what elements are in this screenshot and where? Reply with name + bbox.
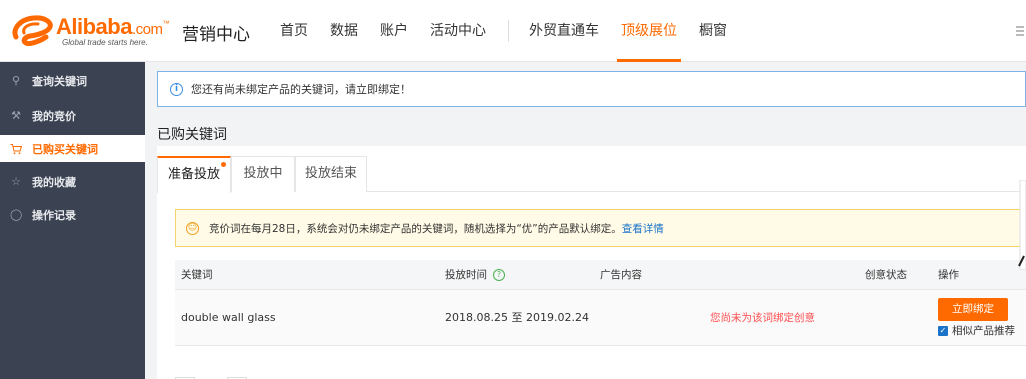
section-title: 已购关键词 — [157, 127, 227, 143]
nav-top-booth[interactable]: 顶级展位 — [617, 0, 681, 62]
nav-p4p[interactable]: 外贸直通车 — [529, 0, 599, 62]
info-icon: i — [170, 82, 183, 96]
col-creative-status: 创意状态 — [865, 269, 907, 281]
alibaba-logo[interactable]: Alibaba.com™ Global trade starts here. — [10, 10, 169, 50]
sidebar-item-operation-log[interactable]: ◯ 操作记录 — [0, 201, 145, 228]
search-icon: ⚲ — [11, 73, 21, 87]
star-icon: ☆ — [11, 174, 21, 188]
binding-tip: ☺ 竞价词在每月28日，系统会对仍未绑定产品的关键词，随机选择为“优”的产品默认… — [175, 209, 1026, 247]
status-tabs: 准备投放 投放中 投放结束 — [157, 156, 1026, 193]
nav-data[interactable]: 数据 — [330, 0, 358, 62]
record-icon: ◯ — [10, 207, 23, 221]
sidebar-item-search-keywords[interactable]: ⚲ 查询关键词 — [0, 67, 145, 94]
cart-icon — [10, 143, 23, 155]
sidebar-item-label: 我的竞价 — [32, 109, 76, 123]
col-action: 操作 — [938, 269, 959, 281]
nav-home[interactable]: 首页 — [280, 0, 308, 62]
similar-products-checkbox[interactable]: ✓ 相似产品推荐 — [938, 323, 1015, 338]
ad-content-cell: 您尚未为该词绑定创意 — [710, 312, 815, 324]
main-content: i 您还有尚未绑定产品的关键词，请立即绑定！ 已购关键词 准备投放 投放中 投放… — [145, 62, 1026, 379]
nav-divider — [508, 20, 509, 42]
help-icon[interactable]: ? — [493, 269, 505, 281]
nav-activity-center[interactable]: 活动中心 — [430, 0, 486, 62]
bind-now-button[interactable]: 立即绑定 — [938, 298, 1008, 321]
unbound-notice: i 您还有尚未绑定产品的关键词，请立即绑定！ — [157, 71, 1026, 107]
keywords-table: 关键词 投放时间? 广告内容 创意状态 操作 double wall glass… — [175, 260, 1026, 346]
sidebar-item-label: 操作记录 — [32, 208, 76, 222]
checkbox-checked-icon: ✓ — [938, 325, 948, 336]
nav-showcase[interactable]: 橱窗 — [699, 0, 727, 62]
sidebar-item-label: 已购买关键词 — [32, 142, 98, 156]
table-header: 关键词 投放时间? 广告内容 创意状态 操作 — [175, 260, 1026, 290]
tab-running[interactable]: 投放中 — [231, 156, 295, 192]
sidebar-item-label: 我的收藏 — [32, 175, 76, 189]
top-nav: 首页 数据 账户 活动中心 外贸直通车 顶级展位 橱窗 — [280, 0, 749, 62]
sidebar-item-my-bids[interactable]: ⚒ 我的竞价 — [0, 102, 145, 129]
brand-tagline: Global trade starts here. — [62, 38, 148, 47]
smile-icon: ☺ — [186, 221, 199, 235]
tab-ready[interactable]: 准备投放 — [157, 156, 231, 193]
nav-account[interactable]: 账户 — [380, 0, 408, 62]
period-cell: 2018.08.25 至 2019.02.24 — [445, 311, 589, 324]
side-widget[interactable] — [1018, 179, 1026, 271]
view-details-link[interactable]: 查看详情 — [622, 221, 664, 236]
sidebar-item-favorites[interactable]: ☆ 我的收藏 — [0, 168, 145, 195]
notice-text: 您还有尚未绑定产品的关键词，请立即绑定！ — [191, 83, 411, 96]
table-row: double wall glass 2018.08.25 至 2019.02.2… — [175, 290, 1026, 346]
tab-ended[interactable]: 投放结束 — [295, 156, 367, 192]
top-bar: Alibaba.com™ Global trade starts here. 营… — [0, 0, 1026, 62]
new-dot-icon — [221, 162, 226, 167]
keywords-panel: 准备投放 投放中 投放结束 ☺ 竞价词在每月28日，系统会对仍未绑定产品的关键词… — [157, 146, 1026, 379]
sidebar-item-purchased-keywords[interactable]: 已购买关键词 — [0, 135, 145, 162]
tip-text: 竞价词在每月28日，系统会对仍未绑定产品的关键词，随机选择为“优”的产品默认绑定… — [209, 222, 622, 235]
gavel-icon: ⚒ — [11, 108, 21, 122]
col-ad-content: 广告内容 — [600, 269, 642, 281]
alibaba-logo-mark-icon — [12, 15, 53, 46]
sidebar-item-label: 查询关键词 — [32, 74, 87, 88]
col-keyword: 关键词 — [181, 269, 213, 281]
col-period: 投放时间? — [445, 260, 505, 290]
sidebar: ⚲ 查询关键词 ⚒ 我的竞价 已购买关键词 ☆ 我的收藏 ◯ 操作记录 — [0, 62, 145, 379]
page-title: 营销中心 — [182, 25, 250, 45]
brand-name: Alibaba.com™ — [56, 14, 169, 39]
menu-icon[interactable] — [1016, 26, 1024, 36]
keyword-cell: double wall glass — [181, 311, 276, 324]
